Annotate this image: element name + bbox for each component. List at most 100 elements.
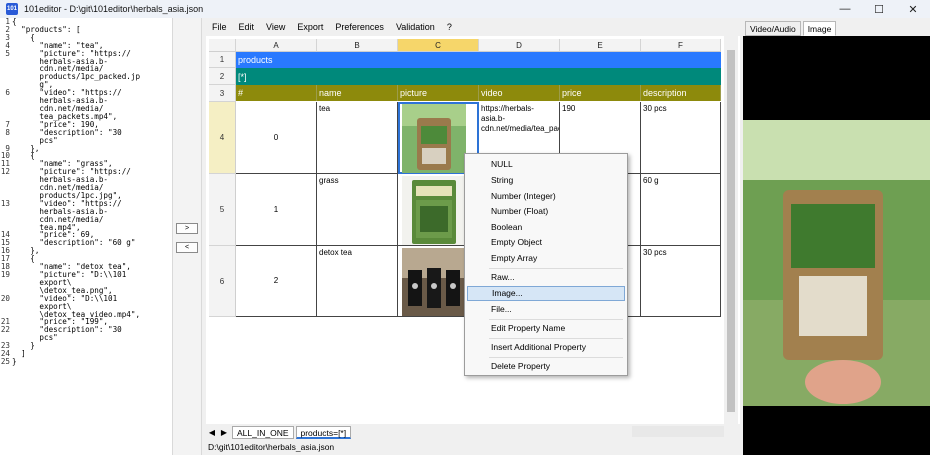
cell-description-0[interactable]: 30 pcs — [641, 102, 721, 174]
menu-item-raw[interactable]: Raw... — [467, 270, 625, 285]
line-number — [0, 176, 12, 184]
maximize-button[interactable]: ☐ — [862, 0, 896, 18]
cell-name-0[interactable]: tea — [317, 102, 398, 174]
menu-separator — [489, 319, 623, 320]
line-number — [0, 58, 12, 66]
line-number — [0, 65, 12, 73]
row-header-5[interactable]: 5 — [209, 174, 236, 246]
row-header-4[interactable]: 4 — [209, 102, 236, 174]
header-index[interactable]: # — [236, 85, 317, 101]
menu-item-integer[interactable]: Number (Integer) — [467, 189, 625, 204]
json-code: } — [12, 356, 17, 366]
line-number — [0, 97, 12, 105]
cell-name-2[interactable]: detox tea — [317, 246, 398, 317]
push-to-grid-button[interactable]: > — [176, 223, 198, 234]
column-header-c[interactable]: C — [398, 39, 479, 52]
push-to-json-button[interactable]: < — [176, 242, 198, 253]
row-header-6[interactable]: 6 — [209, 246, 236, 317]
window-controls: — ☐ ✕ — [828, 0, 930, 18]
line-number — [0, 216, 12, 224]
grid-vertical-scrollbar[interactable] — [724, 36, 738, 424]
grid-horizontal-scrollbar[interactable] — [632, 426, 724, 437]
image-preview — [743, 120, 930, 406]
products-band[interactable]: products — [236, 52, 721, 68]
cell-name-1[interactable]: grass — [317, 174, 398, 246]
menu-item-empty-array[interactable]: Empty Array — [467, 251, 625, 266]
menu-separator — [489, 357, 623, 358]
line-number: 6 — [5, 88, 10, 98]
line-number — [0, 208, 12, 216]
sheet-tab-products[interactable]: products=[*] — [295, 425, 352, 439]
header-name[interactable]: name — [317, 85, 398, 101]
menu-help[interactable]: ? — [441, 22, 458, 32]
line-number: 25 — [0, 356, 10, 366]
header-description[interactable]: description — [641, 85, 721, 101]
json-line[interactable]: 25} — [0, 358, 172, 366]
menu-preferences[interactable]: Preferences — [329, 22, 390, 32]
menu-item-edit-property-name[interactable]: Edit Property Name — [467, 321, 625, 336]
row-header-1[interactable]: 1 — [209, 52, 236, 68]
column-header-f[interactable]: F — [641, 39, 721, 52]
header-picture[interactable]: picture — [398, 85, 479, 101]
row-header-2[interactable]: 2 — [209, 68, 236, 85]
column-header-a[interactable]: A — [236, 39, 317, 52]
column-header-d[interactable]: D — [479, 39, 560, 52]
json-code: pcs" — [12, 333, 58, 343]
line-number — [0, 184, 12, 192]
sheet-tab-all-in-one[interactable]: ALL_IN_ONE — [232, 425, 294, 439]
menu-item-image[interactable]: Image... — [467, 286, 625, 301]
menu-item-insert-property[interactable]: Insert Additional Property — [467, 340, 625, 355]
tab-image[interactable]: Image — [802, 21, 837, 36]
json-code: ] — [12, 349, 26, 359]
menu-item-delete-property[interactable]: Delete Property — [467, 359, 625, 374]
array-band[interactable]: [*] — [236, 68, 721, 85]
header-price[interactable]: price — [560, 85, 641, 101]
json-source-editor[interactable]: 1{2 "products": [3 {4 "name": "tea", 5 "p… — [0, 18, 172, 455]
line-number — [0, 279, 12, 287]
context-menu: NULL String Number (Integer) Number (Flo… — [464, 153, 628, 376]
row-header-3[interactable]: 3 — [209, 85, 236, 102]
json-line[interactable]: 23 } — [0, 342, 172, 350]
tab-prev-icon[interactable]: ◀ — [206, 428, 218, 437]
menu-item-boolean[interactable]: Boolean — [467, 220, 625, 235]
line-number: 8 — [5, 127, 10, 137]
tea-pack-thumbnail — [402, 104, 466, 173]
corner-cell[interactable] — [209, 39, 236, 52]
line-number — [0, 105, 12, 113]
line-number: 22 — [0, 325, 10, 335]
grass-pack-thumbnail — [402, 176, 466, 245]
sync-gutter: > < — [172, 18, 202, 455]
line-number: 19 — [0, 270, 10, 279]
menu-item-string[interactable]: String — [467, 173, 625, 188]
close-button[interactable]: ✕ — [896, 0, 930, 18]
tab-video-audio[interactable]: Video/Audio — [745, 21, 801, 36]
menu-item-float[interactable]: Number (Float) — [467, 204, 625, 219]
scroll-thumb[interactable] — [727, 50, 735, 412]
line-number: 13 — [0, 198, 10, 208]
menu-edit[interactable]: Edit — [233, 22, 261, 32]
cell-index-2[interactable]: 2 — [236, 246, 317, 317]
menu-validation[interactable]: Validation — [390, 22, 441, 32]
menu-file[interactable]: File — [206, 22, 233, 32]
preview-tab-bar: Video/Audio Image — [743, 18, 930, 36]
header-video[interactable]: video — [479, 85, 560, 101]
json-code: }, — [12, 143, 40, 153]
cell-description-2[interactable]: 30 pcs — [641, 246, 721, 317]
column-header-e[interactable]: E — [560, 39, 641, 52]
menu-item-empty-object[interactable]: Empty Object — [467, 235, 625, 250]
tab-next-icon[interactable]: ▶ — [218, 428, 230, 437]
menu-item-null[interactable]: NULL — [467, 157, 625, 172]
cell-index-1[interactable]: 1 — [236, 174, 317, 246]
menu-view[interactable]: View — [260, 22, 291, 32]
line-number: 20 — [0, 293, 10, 303]
menu-separator — [489, 268, 623, 269]
line-number: 12 — [0, 167, 10, 177]
cell-description-1[interactable]: 60 g — [641, 174, 721, 246]
column-header-b[interactable]: B — [317, 39, 398, 52]
cell-index-0[interactable]: 0 — [236, 102, 317, 174]
menu-export[interactable]: Export — [291, 22, 329, 32]
json-line[interactable]: 24 ] — [0, 350, 172, 358]
minimize-button[interactable]: — — [828, 0, 862, 18]
title-bar: 101 101editor - D:\git\101editor\herbals… — [0, 0, 930, 18]
menu-item-file[interactable]: File... — [467, 302, 625, 317]
